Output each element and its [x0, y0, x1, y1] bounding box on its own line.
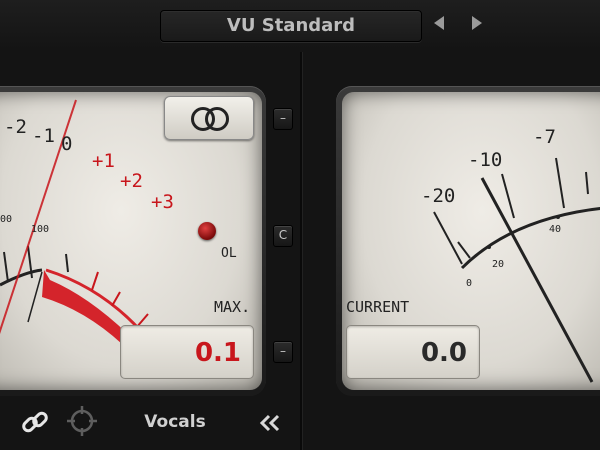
percent-label: 0: [466, 278, 473, 289]
side-button-top[interactable]: –: [273, 108, 293, 130]
tick-0: [65, 253, 69, 273]
max-readout[interactable]: 0.1: [120, 325, 254, 379]
scale-label: -1: [32, 125, 55, 147]
previous-preset-button[interactable]: [434, 16, 444, 30]
scale-label: -10: [468, 149, 503, 171]
red-zone: [42, 270, 132, 344]
crosshair-icon[interactable]: [66, 405, 98, 437]
scale-label: 0: [61, 133, 73, 155]
max-caption: MAX.: [214, 298, 251, 316]
preset-selector[interactable]: VU Standard: [160, 10, 422, 42]
percent-label: 20: [492, 259, 505, 270]
percent-label: 00: [0, 214, 13, 225]
stereo-link-button[interactable]: [164, 96, 254, 140]
scale-label: -2: [4, 116, 27, 138]
channel-name[interactable]: Vocals: [125, 412, 225, 432]
percent-label: 40: [549, 224, 562, 235]
scale-label: +1: [92, 150, 115, 172]
scale-label: +3: [151, 191, 174, 213]
double-chevron-left-icon[interactable]: [258, 413, 282, 433]
next-preset-button[interactable]: [472, 16, 482, 30]
current-readout[interactable]: 0.0: [346, 325, 480, 379]
scale-label: -20: [421, 185, 456, 207]
side-button-bottom[interactable]: –: [273, 341, 293, 363]
meter-divider: [300, 52, 302, 450]
linked-rings-icon: [205, 107, 229, 131]
overload-label: OL: [221, 246, 237, 261]
right-needle: [480, 177, 594, 383]
chain-link-icon[interactable]: [20, 407, 50, 437]
overload-led: [198, 222, 216, 240]
percent-label: 100: [31, 224, 50, 235]
scale-label: -7: [533, 126, 556, 148]
current-caption: CURRENT: [346, 298, 410, 316]
scale-label: +2: [120, 170, 143, 192]
side-button-center[interactable]: C: [273, 225, 293, 247]
